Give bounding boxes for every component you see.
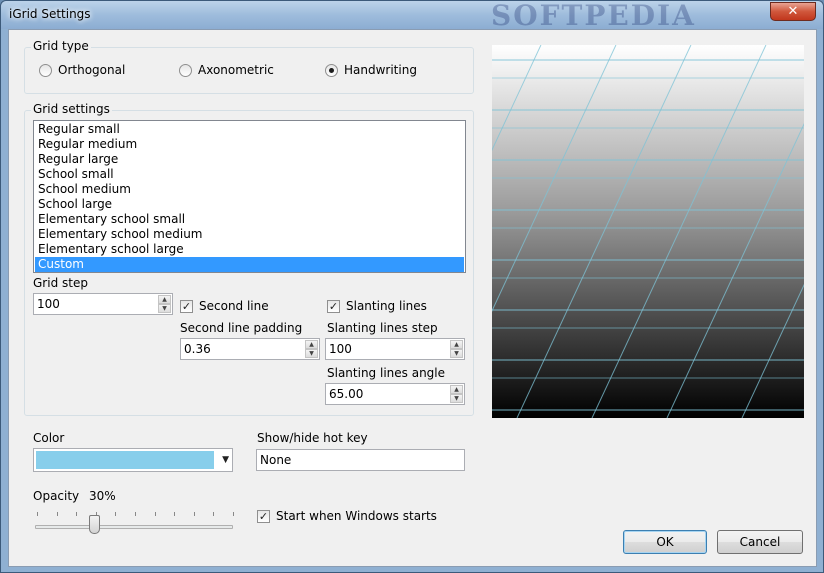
preview-slanting-line <box>741 240 824 419</box>
list-item-selected[interactable]: Custom <box>35 257 464 272</box>
slider-tick <box>37 512 38 516</box>
dialog-client-area: Grid type Orthogonal Axonometric Handwri… <box>8 29 824 567</box>
slider-tick <box>56 512 58 516</box>
startup-checkbox[interactable]: ✓ Start when Windows starts <box>257 509 437 523</box>
slider-tick <box>115 512 117 516</box>
check-icon[interactable]: ✓ <box>327 299 340 313</box>
list-item[interactable]: School medium <box>35 182 464 197</box>
list-item[interactable]: Elementary school large <box>35 242 464 257</box>
title-bar[interactable]: iGrid Settings SOFTPEDIA ✕ <box>1 0 823 32</box>
grid-settings-label: Grid settings <box>31 102 112 116</box>
slanting-lines-checkbox[interactable]: ✓ Slanting lines <box>327 299 427 313</box>
slider-tick <box>193 512 195 516</box>
slanting-lines-angle-value[interactable]: 65.00 <box>329 387 363 401</box>
hotkey-input[interactable]: None <box>256 449 465 471</box>
opacity-slider-ticks <box>37 512 234 516</box>
spin-up-icon[interactable]: ▲ <box>450 340 463 349</box>
opacity-slider-track[interactable] <box>35 525 233 529</box>
radio-axonometric[interactable]: Axonometric <box>179 63 274 77</box>
slider-tick <box>135 512 136 516</box>
list-item[interactable]: School large <box>35 197 464 212</box>
startup-label: Start when Windows starts <box>276 509 437 523</box>
slider-tick <box>174 512 176 516</box>
color-label: Color <box>33 431 65 445</box>
grid-step-label: Grid step <box>33 276 88 290</box>
settings-window: iGrid Settings SOFTPEDIA ✕ Grid type Ort… <box>0 0 824 573</box>
spin-up-icon[interactable]: ▲ <box>450 385 463 394</box>
preview-slanting-line <box>666 80 824 419</box>
slanting-lines-angle-label: Slanting lines angle <box>327 366 446 380</box>
preview-slanting-line <box>516 44 692 419</box>
chevron-down-icon[interactable]: ▼ <box>222 455 229 465</box>
spin-down-icon[interactable]: ▼ <box>305 349 318 358</box>
watermark-text: SOFTPEDIA <box>491 0 696 32</box>
spin-down-icon[interactable]: ▼ <box>450 394 463 403</box>
list-item[interactable]: Elementary school medium <box>35 227 464 242</box>
radio-handwriting-indicator[interactable] <box>325 63 338 77</box>
check-icon[interactable]: ✓ <box>180 299 193 313</box>
grid-preview <box>291 44 824 419</box>
close-glyph: ✕ <box>787 4 799 19</box>
spin-down-icon[interactable]: ▼ <box>158 304 171 313</box>
list-item[interactable]: School small <box>35 167 464 182</box>
slanting-lines-step-value[interactable]: 100 <box>329 342 352 356</box>
opacity-slider-thumb[interactable] <box>89 515 101 534</box>
second-line-checkbox[interactable]: ✓ Second line <box>180 299 269 313</box>
radio-handwriting[interactable]: Handwriting <box>325 63 417 77</box>
grid-preset-list[interactable]: Regular small Regular medium Regular lar… <box>33 120 466 273</box>
color-swatch[interactable] <box>36 451 214 469</box>
radio-orthogonal-indicator[interactable] <box>39 63 52 77</box>
slider-tick <box>154 512 156 516</box>
slider-tick <box>233 512 234 516</box>
second-line-padding-value[interactable]: 0.36 <box>184 342 211 356</box>
slanting-lines-angle-spinner[interactable]: 65.00 ▲ ▼ <box>325 383 465 405</box>
slanting-lines-step-label: Slanting lines step <box>327 321 438 335</box>
grid-preview-lines <box>291 44 824 419</box>
close-button[interactable]: ✕ <box>770 2 816 21</box>
list-item[interactable]: Regular large <box>35 152 464 167</box>
window-title: iGrid Settings <box>9 7 91 21</box>
spin-up-icon[interactable]: ▲ <box>305 340 318 349</box>
spin-down-icon[interactable]: ▼ <box>450 349 463 358</box>
preview-slanting-line <box>441 44 617 419</box>
radio-orthogonal[interactable]: Orthogonal <box>39 63 125 77</box>
grid-step-spinner[interactable]: 100 ▲ ▼ <box>33 293 173 315</box>
slider-tick <box>213 512 215 516</box>
radio-handwriting-label: Handwriting <box>344 63 417 77</box>
ok-button[interactable]: OK <box>623 530 707 554</box>
preview-slanting-line <box>366 44 542 419</box>
opacity-value: 30% <box>89 489 116 503</box>
radio-orthogonal-label: Orthogonal <box>58 63 126 77</box>
opacity-label: Opacity <box>33 489 80 503</box>
color-picker-combo[interactable]: ▼ <box>33 448 233 472</box>
grid-type-label: Grid type <box>31 39 91 53</box>
grid-step-value[interactable]: 100 <box>37 297 60 311</box>
check-icon[interactable]: ✓ <box>257 509 270 523</box>
list-item[interactable]: Elementary school small <box>35 212 464 227</box>
hotkey-label: Show/hide hot key <box>257 431 368 445</box>
list-item[interactable]: Regular small <box>35 122 464 137</box>
second-line-padding-label: Second line padding <box>180 321 303 335</box>
second-line-padding-spinner[interactable]: 0.36 ▲ ▼ <box>180 338 320 360</box>
radio-axonometric-label: Axonometric <box>198 63 274 77</box>
radio-axonometric-indicator[interactable] <box>179 63 192 77</box>
spin-up-icon[interactable]: ▲ <box>158 295 171 304</box>
cancel-button[interactable]: Cancel <box>717 530 803 554</box>
second-line-label: Second line <box>199 299 269 313</box>
list-item[interactable]: Regular medium <box>35 137 464 152</box>
slider-tick <box>76 512 78 516</box>
slanting-lines-step-spinner[interactable]: 100 ▲ ▼ <box>325 338 465 360</box>
preview-slanting-line <box>591 44 767 419</box>
slanting-lines-label: Slanting lines <box>346 299 427 313</box>
